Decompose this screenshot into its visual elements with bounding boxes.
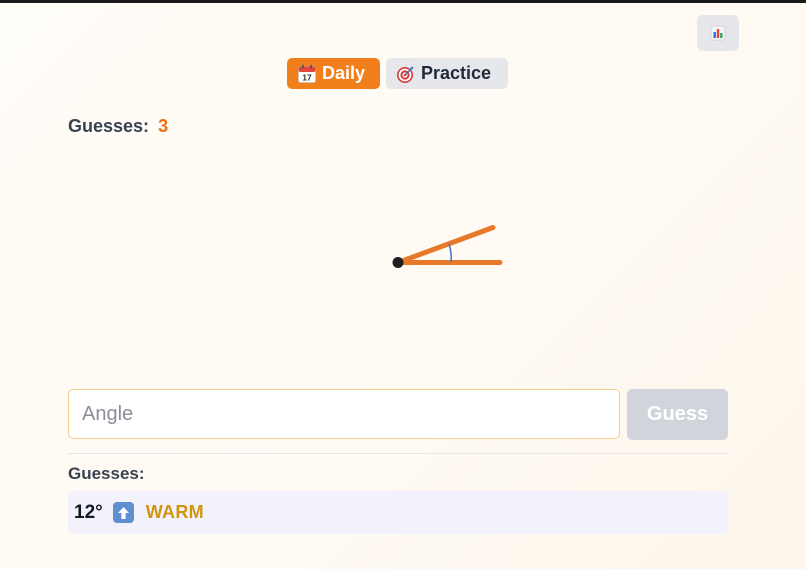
guess-hint: WARM <box>145 502 204 522</box>
angle-arc <box>448 243 453 263</box>
guess-history-row: 12° WARM <box>68 491 728 534</box>
target-icon <box>396 64 416 84</box>
guess-counter-value: 3 <box>158 116 169 136</box>
bar-chart-icon <box>710 25 726 41</box>
svg-text:17: 17 <box>302 72 312 82</box>
daily-mode-label: Daily <box>322 63 366 83</box>
divider <box>68 453 728 454</box>
guess-counter-label: Guesses: <box>68 116 150 136</box>
window-top-edge <box>0 0 806 3</box>
practice-mode-button[interactable]: Practice <box>386 58 508 89</box>
guess-history-label: Guesses: <box>68 464 145 483</box>
daily-mode-button[interactable]: 17 Daily <box>287 58 380 89</box>
angle-input[interactable] <box>68 389 620 439</box>
angle-vertex <box>392 257 404 268</box>
guess-degrees: 12° <box>74 501 103 523</box>
guess-counter: Guesses: 3 <box>68 116 168 137</box>
up-arrow-icon <box>112 502 134 523</box>
calendar-icon: 17 <box>297 64 317 84</box>
angle-figure <box>392 225 503 268</box>
stats-button[interactable] <box>697 15 739 51</box>
practice-mode-label: Practice <box>421 63 492 83</box>
mode-switcher: 17 Daily Practice <box>287 58 508 89</box>
angle-rotated-ray <box>395 225 496 265</box>
guess-button[interactable]: Guess <box>627 389 728 440</box>
